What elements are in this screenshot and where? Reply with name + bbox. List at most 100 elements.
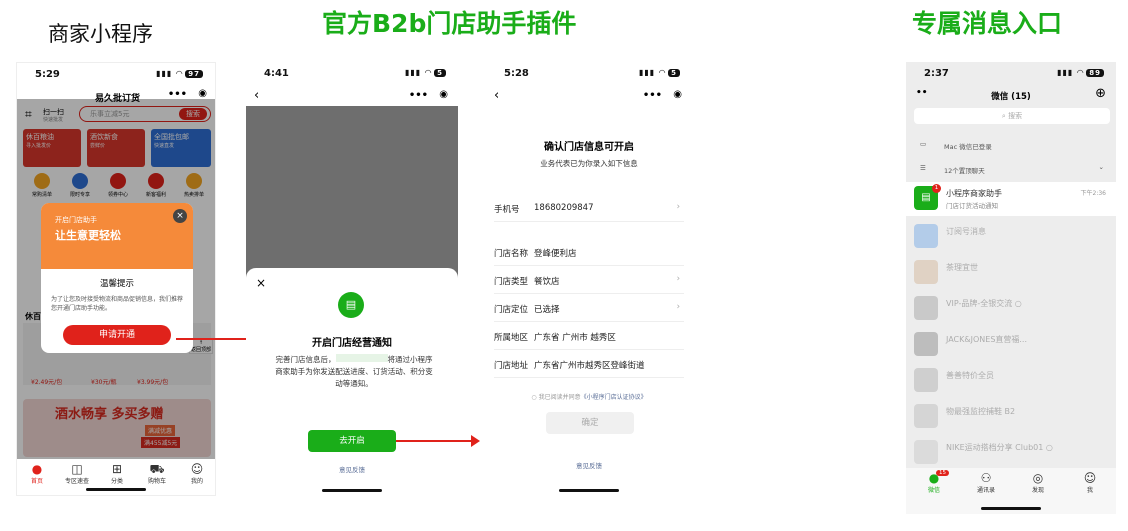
sheet-body-2: 将通过小程序 — [387, 355, 433, 364]
popup-banner-line1: 开启门店助手 — [55, 216, 97, 224]
title-merchant: 商家小程序 — [48, 22, 153, 46]
apply-open-button[interactable]: 申请开通 — [63, 325, 171, 345]
row-phone-label: 手机号 — [494, 205, 520, 215]
tab-wechat-label: 微信 — [927, 487, 940, 494]
arrow-2-icon — [396, 435, 480, 447]
feedback-link-3[interactable]: 意见反馈 — [486, 460, 692, 470]
tab-badge: 15 — [936, 470, 949, 476]
popup-body: 为了让您及时接受物流和商品促销信息，我们推荐您开通门店助手功能。 — [51, 296, 184, 312]
chat-tea[interactable]: 茶理宜世 — [914, 256, 1116, 290]
status-bar-3: 5:28 ▮▮▮ ◠ 5 — [486, 62, 692, 84]
agree-link[interactable]: 《小程序门店认证协议》 — [581, 394, 647, 401]
tab-contacts-label: 通讯录 — [976, 487, 995, 494]
pinned-row[interactable]: ☰ 12个置顶聊天 ⌄ — [906, 160, 1116, 180]
compass-icon: ◎ — [1032, 471, 1044, 485]
tab-contacts[interactable]: ⚇ 通讯录 — [968, 471, 1004, 494]
chat-jackjones[interactable]: JACK&JONES直营福... — [914, 328, 1116, 362]
phone-merchant: 5:29 ▮▮▮ ◠ 97 易久批订货 ••• ◉ ⌗ 扫一扫 快速批发 乐事立减5… — [16, 62, 216, 496]
chevron-right-icon: › — [676, 302, 680, 312]
phone-confirm: 5:28 ▮▮▮ ◠ 5 ‹ ••• ◉ 确认门店信息可开启 业务代表已为你录入如下… — [486, 62, 692, 496]
chat-name: 订阅号消息 — [946, 227, 986, 236]
agree-text: 我已阅读并同意 — [538, 394, 581, 401]
chat-vip[interactable]: VIP-品牌-全银交流 ○ — [914, 292, 1116, 326]
close-target-icon[interactable]: ◉ — [198, 88, 207, 99]
redacted-name — [335, 354, 388, 362]
row-region[interactable]: 所属地区 广东省 广州市 越秀区 — [494, 322, 684, 350]
battery-icon: 97 — [185, 70, 203, 78]
sheet: × ▤ 开启门店经营通知 完善门店信息后， 将通过小程序 商家助手为你发送配送进度… — [246, 268, 458, 496]
sheet-close-icon[interactable]: × — [256, 276, 266, 290]
agree-row[interactable]: ○ 我已阅读并同意《小程序门店认证协议》 — [486, 392, 692, 401]
tab-zone-label: 专区速查 — [64, 478, 89, 485]
search-icon: ⌕ — [1001, 112, 1006, 120]
feedback-link[interactable]: 意见反馈 — [246, 464, 458, 474]
close-target-icon-2[interactable]: ◉ — [439, 89, 448, 100]
home-indicator-2 — [322, 489, 382, 492]
tab-me[interactable]: ☺ 我 — [1072, 471, 1108, 494]
close-target-icon-3[interactable]: ◉ — [673, 89, 682, 100]
chat-monitor[interactable]: 物最强监控捕鞋 B2 — [914, 400, 1116, 434]
home-indicator-3 — [559, 489, 619, 492]
chat-avatar — [914, 368, 938, 392]
tab-discover[interactable]: ◎ 发现 — [1020, 471, 1056, 494]
confirm-title: 确认门店信息可开启 — [544, 142, 634, 153]
status-time: 5:29 — [35, 69, 60, 80]
row-location-value: 已选择 — [534, 305, 560, 315]
tab-cart[interactable]: ⛟ 购物车 — [139, 462, 175, 485]
list-icon: ☰ — [920, 164, 926, 172]
confirm-button[interactable]: 确定 — [546, 412, 634, 434]
unread-badge: 1 — [932, 184, 941, 193]
row-store-type-value: 餐饮店 — [534, 277, 560, 287]
chat-avatar — [914, 332, 938, 356]
chat-special[interactable]: 善善特价全员 — [914, 364, 1116, 398]
tab-home[interactable]: ● 首页 — [19, 462, 55, 485]
add-icon[interactable]: ⊕ — [1095, 86, 1106, 101]
row-store-type[interactable]: 门店类型 餐饮店 › — [494, 266, 684, 294]
chat-name: 善善特价全员 — [946, 371, 994, 380]
status-bar-2: 4:41 ▮▮▮ ◠ 5 — [246, 62, 458, 84]
row-store-name-label: 门店名称 — [494, 249, 529, 259]
chat-name: NIKE运动搭档分享 Club01 ○ — [946, 443, 1053, 452]
chat-nike[interactable]: NIKE运动搭档分享 Club01 ○ — [914, 436, 1116, 470]
battery-icon-3: 5 — [668, 69, 680, 77]
home-icon: ● — [31, 462, 43, 476]
go-open-button[interactable]: 去开启 — [308, 430, 396, 452]
arrow-1-icon — [176, 333, 258, 345]
tab-category[interactable]: ⊞ 分类 — [99, 462, 135, 485]
row-location[interactable]: 门店定位 已选择 › — [494, 294, 684, 322]
more-icon-3[interactable]: ••• — [643, 90, 662, 101]
row-phone[interactable]: 手机号 18680209847 › — [494, 194, 684, 222]
chat-avatar — [914, 440, 938, 464]
back-icon[interactable]: ‹ — [254, 88, 259, 103]
chevron-down-icon[interactable]: ⌄ — [1099, 163, 1104, 171]
chat-name: 小程序商家助手 — [946, 189, 1002, 198]
chat-name: JACK&JONES直营福... — [946, 335, 1028, 344]
row-store-name-value: 登峰便利店 — [534, 249, 577, 259]
chevron-right-icon: › — [676, 202, 680, 212]
popup-title: 温馨提示 — [99, 279, 134, 289]
row-region-value: 广东省 广州市 越秀区 — [534, 333, 616, 343]
chat-subscription[interactable]: 订阅号消息 — [914, 220, 1116, 254]
tab-me-label: 我 — [1086, 487, 1093, 494]
radio-icon[interactable]: ○ — [531, 394, 536, 401]
back-icon-3[interactable]: ‹ — [494, 88, 499, 103]
mac-login-row[interactable]: ▭ Mac 微信已登录 — [906, 136, 1116, 156]
popup-close-icon[interactable]: × — [173, 209, 187, 223]
chevron-right-icon: › — [676, 274, 680, 284]
sheet-body-1: 完善门店信息后， — [275, 355, 336, 364]
chat-merchant-assistant[interactable]: ▤ 1 小程序商家助手 门店订货活动通知 下午2:36 — [906, 182, 1116, 216]
cart-icon: ⛟ — [149, 462, 165, 476]
row-address-value: 广东省广州市越秀区登峰街道 — [534, 361, 645, 371]
tab-discover-label: 发现 — [1031, 487, 1044, 494]
tab-zone[interactable]: ◫ 专区速查 — [59, 462, 95, 485]
user-icon-4: ☺ — [1083, 471, 1097, 485]
search-bar[interactable]: ⌕ 搜索 — [914, 108, 1110, 124]
confirm-sub: 业务代表已为你录入如下信息 — [540, 159, 638, 168]
row-address[interactable]: 门店地址 广东省广州市越秀区登峰街道 — [494, 350, 684, 378]
more-icon-2[interactable]: ••• — [409, 90, 428, 101]
row-store-name[interactable]: 门店名称 登峰便利店 — [494, 238, 684, 266]
grid-icon: ⊞ — [111, 462, 123, 476]
chat-avatar — [914, 260, 938, 284]
status-time-2: 4:41 — [264, 68, 289, 79]
tab-mine[interactable]: ☺ 我的 — [179, 462, 215, 485]
